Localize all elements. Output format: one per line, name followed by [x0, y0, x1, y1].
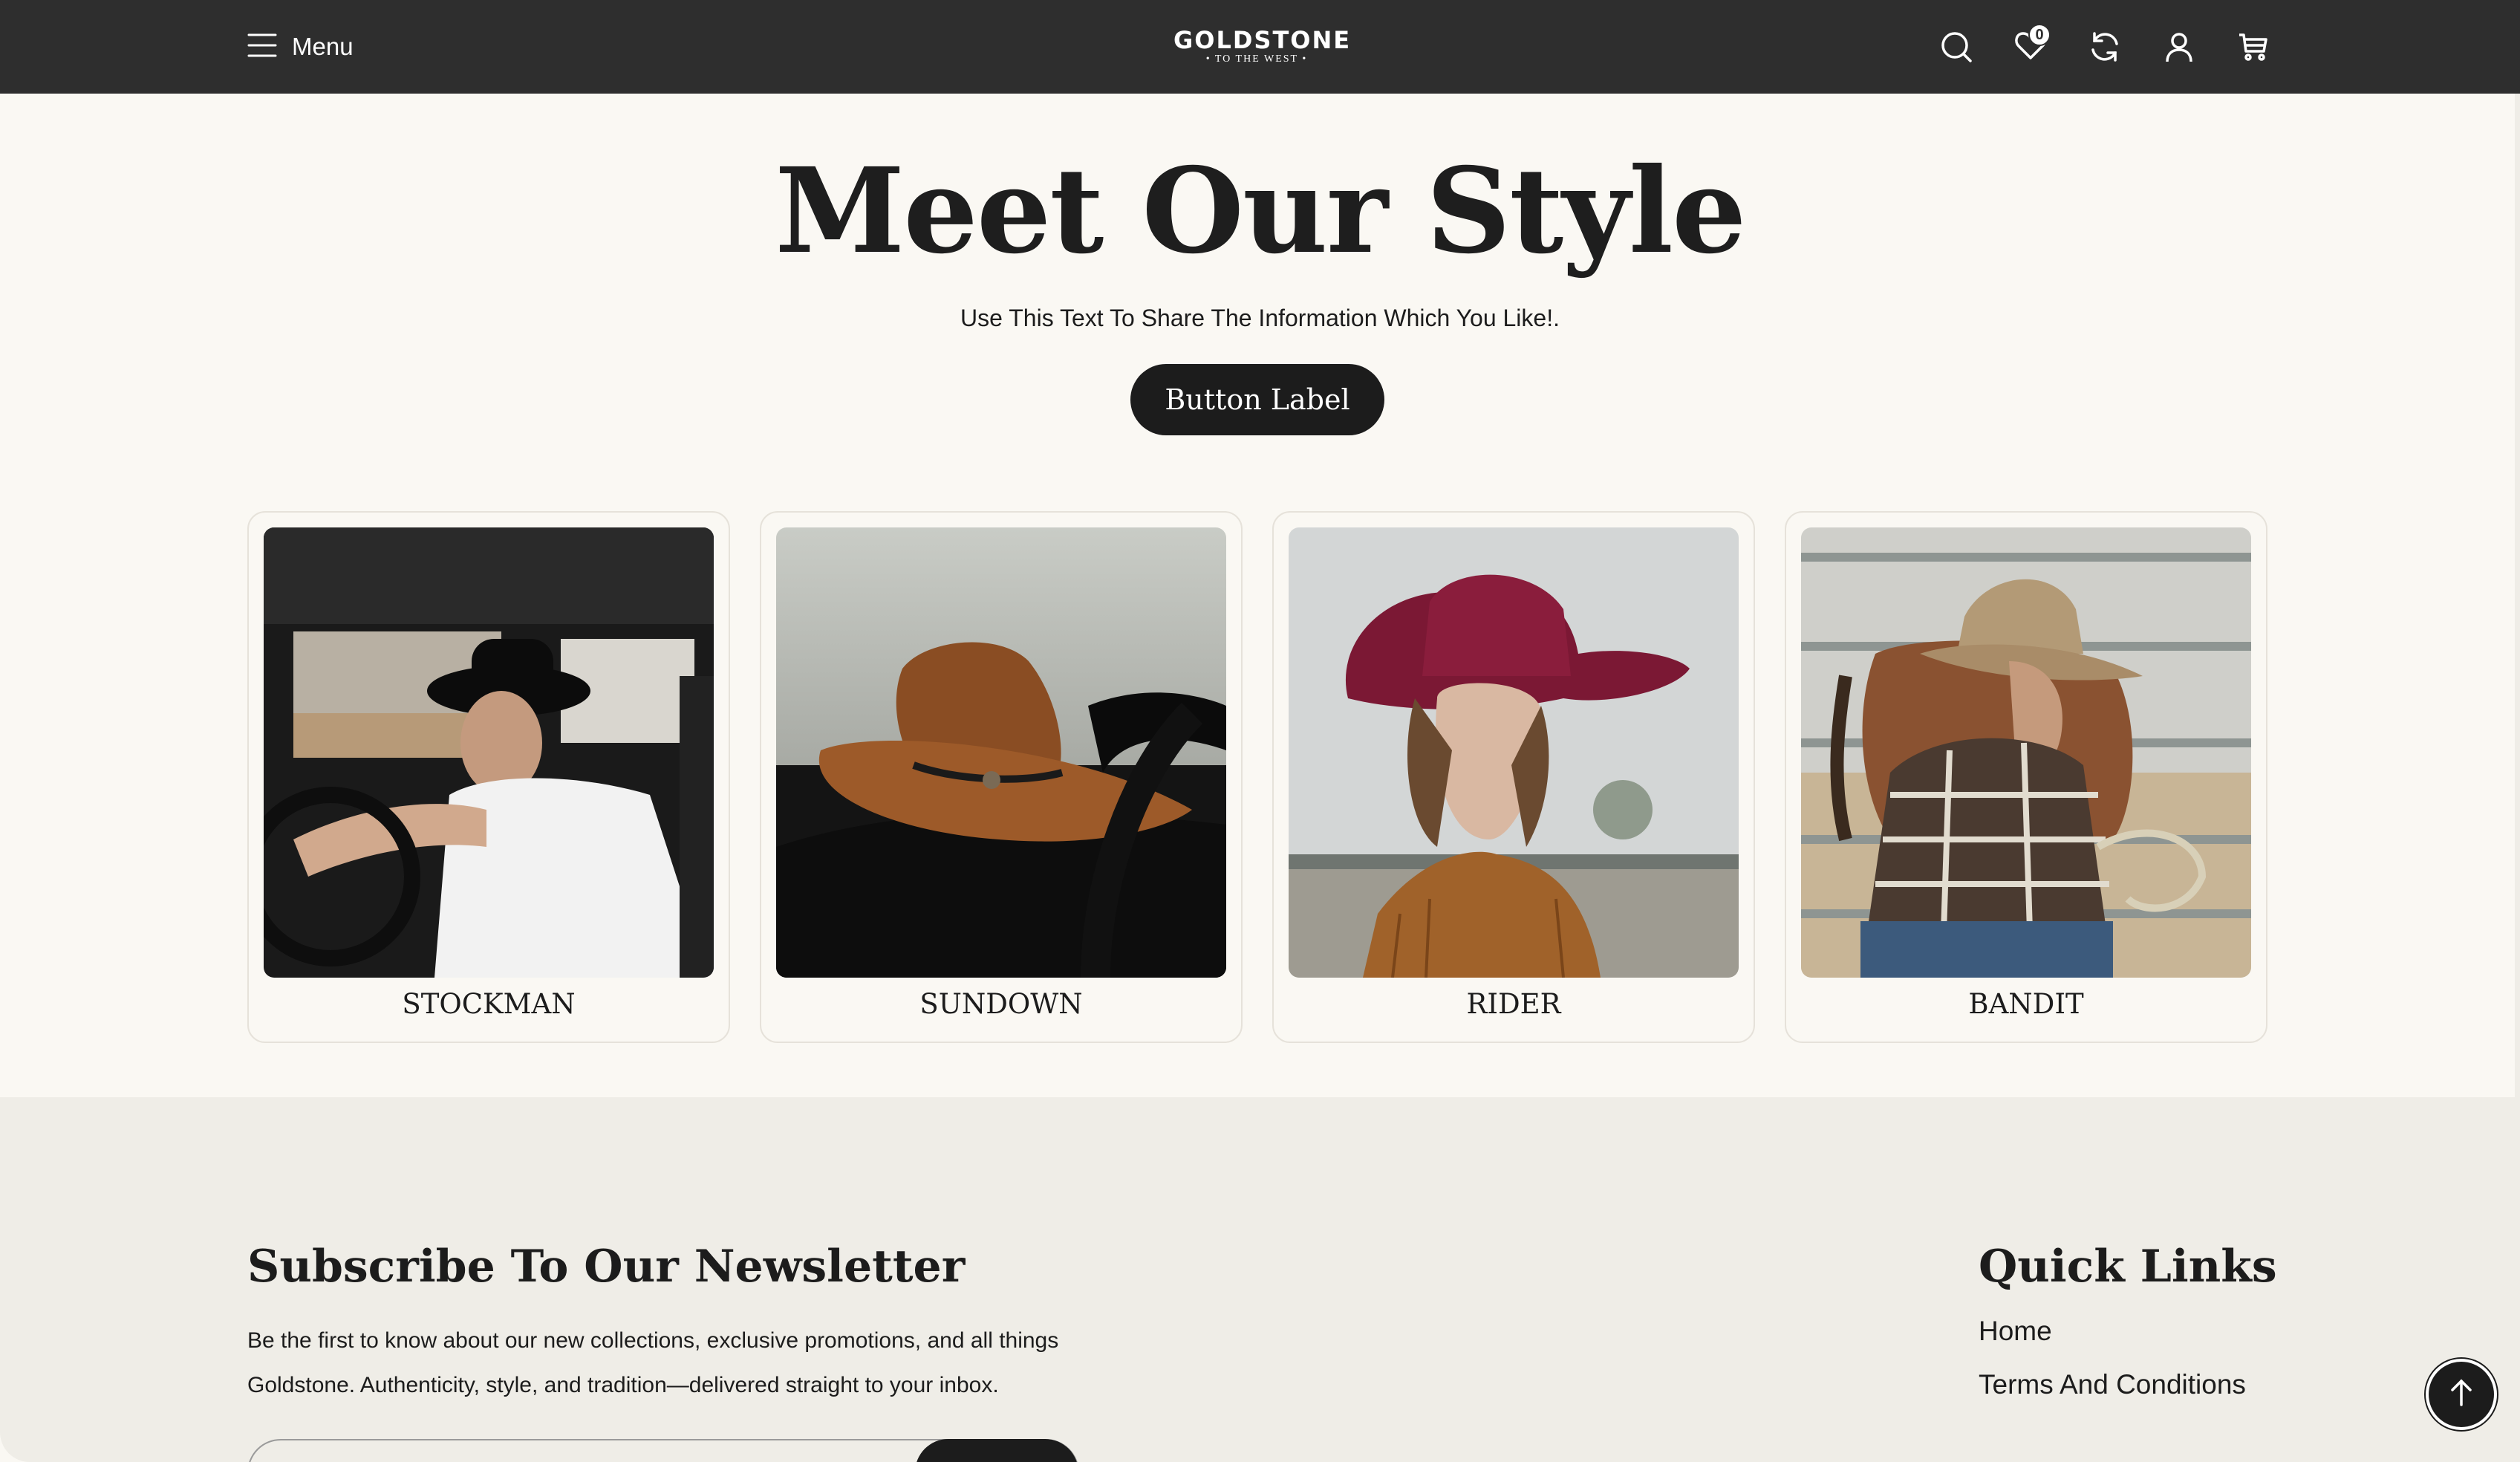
- site-header: Menu GOLDSTONE • TO THE WEST • 0: [0, 0, 2520, 94]
- newsletter-submit-button[interactable]: [915, 1439, 1078, 1462]
- product-name: RIDER: [1466, 988, 1561, 1020]
- quick-links-title: Quick Links: [1979, 1241, 2277, 1293]
- arrow-up-icon: [2446, 1378, 2476, 1411]
- wishlist-count-badge: 0: [2028, 24, 2051, 46]
- product-image: [1801, 527, 2251, 978]
- product-name: STOCKMAN: [402, 988, 576, 1020]
- account-icon[interactable]: [2159, 27, 2199, 67]
- product-card-rider[interactable]: RIDER: [1272, 511, 1755, 1043]
- product-image: [776, 527, 1226, 978]
- product-image: [264, 527, 714, 978]
- product-card-sundown[interactable]: SUNDOWN: [760, 511, 1243, 1043]
- footer-link-terms[interactable]: Terms And Conditions: [1979, 1369, 2246, 1400]
- product-name: SUNDOWN: [919, 988, 1083, 1020]
- product-image: [1289, 527, 1739, 978]
- scrollbar-track[interactable]: [2515, 94, 2520, 1462]
- back-to-top-button[interactable]: [2426, 1359, 2497, 1430]
- cart-icon[interactable]: [2233, 27, 2273, 67]
- search-icon[interactable]: [1936, 27, 1976, 67]
- hero-cta-button[interactable]: Button Label: [1130, 364, 1384, 435]
- footer-link-home[interactable]: Home: [1979, 1316, 2052, 1347]
- product-card-stockman[interactable]: STOCKMAN: [247, 511, 730, 1043]
- logo-tagline: • TO THE WEST •: [1205, 53, 1308, 65]
- newsletter-description: Be the first to know about our new colle…: [247, 1328, 1059, 1397]
- brand-logo[interactable]: GOLDSTONE • TO THE WEST •: [1173, 26, 1352, 65]
- hamburger-icon: [247, 30, 277, 64]
- product-card-bandit[interactable]: BANDIT: [1785, 511, 2267, 1043]
- product-name: BANDIT: [1968, 988, 2084, 1020]
- menu-button[interactable]: Menu: [247, 28, 354, 65]
- newsletter-title: Subscribe To Our Newsletter: [247, 1241, 966, 1293]
- menu-label: Menu: [292, 33, 354, 60]
- logo-wordmark: GOLDSTONE: [1173, 26, 1352, 54]
- page-title: Meet Our Style: [775, 143, 1746, 280]
- wishlist-button[interactable]: 0: [2011, 24, 2051, 67]
- hero-subtitle: Use This Text To Share The Information W…: [960, 305, 1560, 331]
- compare-icon[interactable]: [2085, 27, 2125, 67]
